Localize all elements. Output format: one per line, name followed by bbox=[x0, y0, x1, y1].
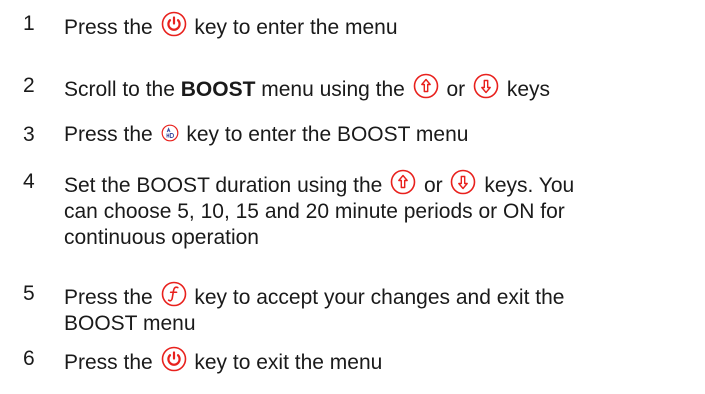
or-text: or bbox=[440, 78, 472, 101]
step-number: 2 bbox=[23, 74, 35, 97]
step-text: Press the key to enter the menu bbox=[64, 11, 664, 41]
step-number: 4 bbox=[23, 170, 35, 193]
step-text: Press the key to enter the BOOST menu bbox=[64, 122, 664, 148]
step-text-pre: Press the bbox=[64, 286, 159, 309]
step-text-post: keys. You bbox=[478, 174, 575, 197]
step-text-post: key to exit the menu bbox=[188, 351, 383, 374]
step-number: 6 bbox=[23, 347, 35, 370]
instruction-steps: 1 Press the key to enter the menu 2 Scro… bbox=[0, 0, 705, 394]
step-text: Set the BOOST duration using the or keys… bbox=[64, 169, 664, 251]
step-text-pre: Press the bbox=[64, 123, 159, 146]
step-text-post: key to enter the menu bbox=[188, 16, 398, 39]
power-icon bbox=[161, 346, 187, 372]
step-text: Press the key to accept your changes and… bbox=[64, 281, 664, 337]
step-line-2: BOOST menu bbox=[64, 312, 196, 335]
power-icon bbox=[161, 11, 187, 37]
step-text-mid: menu using the bbox=[255, 78, 411, 101]
down-arrow-icon bbox=[473, 73, 499, 99]
step-line-2: can choose 5, 10, 15 and 20 minute perio… bbox=[64, 200, 565, 223]
step-line-3: continuous operation bbox=[64, 226, 259, 249]
auto-icon bbox=[161, 124, 179, 142]
function-icon bbox=[161, 281, 187, 307]
step-number: 5 bbox=[23, 282, 35, 305]
step-text-pre: Set the BOOST duration using the bbox=[64, 174, 389, 197]
or-text: or bbox=[418, 174, 449, 197]
step-line-1: Set the BOOST duration using the or keys… bbox=[64, 169, 664, 199]
up-arrow-icon bbox=[390, 169, 416, 195]
boost-keyword: BOOST bbox=[180, 78, 256, 101]
step-line-1: Press the key to accept your changes and… bbox=[64, 281, 664, 311]
up-arrow-icon bbox=[413, 73, 439, 99]
step-number: 1 bbox=[23, 12, 35, 35]
step-text-pre: Scroll to the bbox=[64, 78, 181, 101]
step-text-pre: Press the bbox=[64, 351, 159, 374]
step-text-pre: Press the bbox=[64, 16, 159, 39]
step-text-post: key to accept your changes and exit the bbox=[188, 286, 565, 309]
down-arrow-icon bbox=[450, 169, 476, 195]
step-text: Press the key to exit the menu bbox=[64, 346, 664, 376]
step-text: Scroll to the BOOST menu using the or ke… bbox=[64, 73, 664, 103]
step-text-post: key to enter the BOOST menu bbox=[180, 123, 469, 146]
step-number: 3 bbox=[23, 123, 35, 146]
step-text-post: keys bbox=[501, 78, 551, 101]
